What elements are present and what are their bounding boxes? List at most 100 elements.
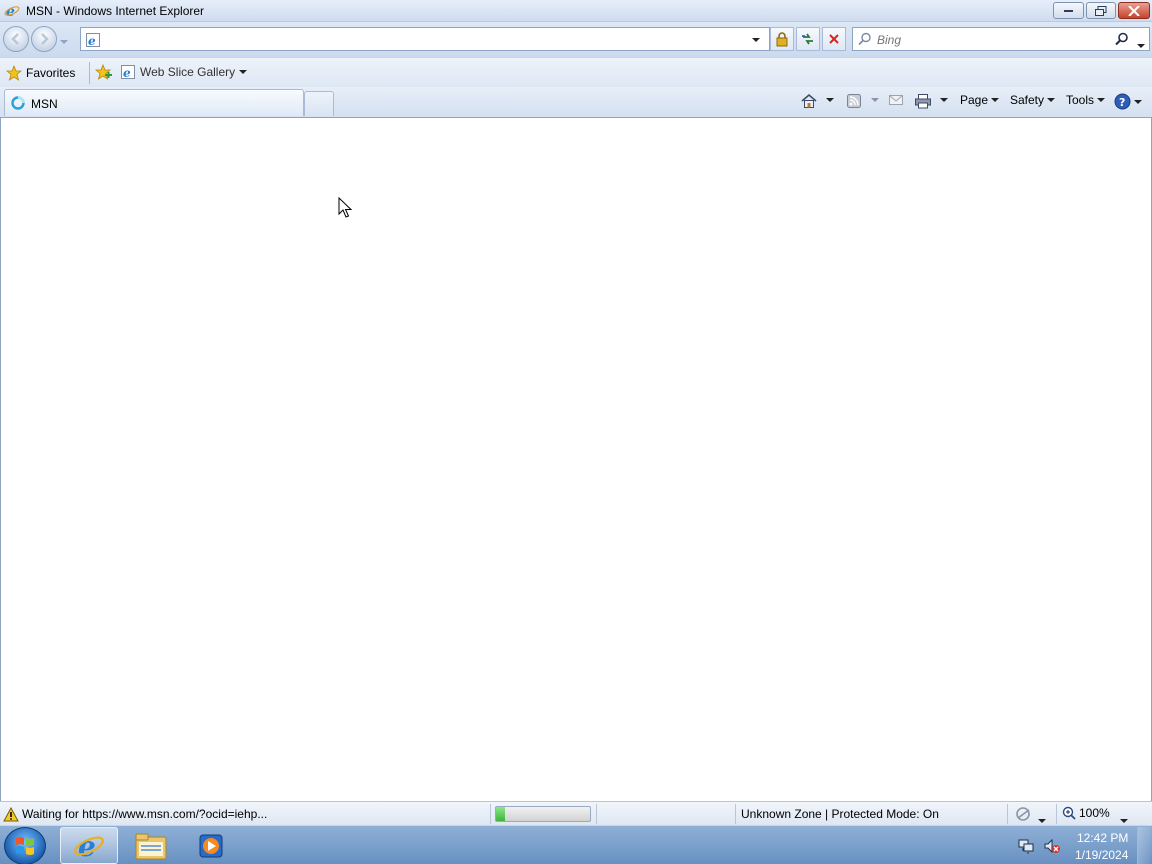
read-mail-button[interactable] <box>888 93 904 107</box>
web-slice-label: Web Slice Gallery <box>140 65 236 79</box>
search-provider-icon <box>858 32 872 49</box>
taskbar: e 12:42 PM 1/19/2024 <box>0 825 1152 864</box>
windows-logo-icon <box>16 837 34 855</box>
lock-icon <box>776 32 788 47</box>
forward-arrow-icon <box>41 33 49 45</box>
favorites-bar: Favorites e Web Slice Gallery <box>0 57 1152 87</box>
back-button[interactable] <box>3 26 29 52</box>
security-lock-button[interactable] <box>770 27 794 51</box>
status-bar: Waiting for https://www.msn.com/?ocid=ie… <box>0 801 1152 825</box>
ie-page-icon: e <box>121 65 135 80</box>
warning-icon <box>3 806 19 825</box>
add-to-favorites-bar-button[interactable] <box>94 63 113 83</box>
recent-pages-dropdown[interactable] <box>60 33 68 47</box>
clock-time[interactable]: 12:42 PM <box>1077 831 1128 845</box>
print-dropdown[interactable] <box>940 98 948 102</box>
refresh-button[interactable] <box>796 27 820 51</box>
start-button[interactable] <box>4 827 46 864</box>
clock-date[interactable]: 1/19/2024 <box>1075 848 1128 862</box>
stop-button[interactable] <box>822 27 846 51</box>
window-title: MSN - Windows Internet Explorer <box>26 4 205 18</box>
taskbar-internet-explorer[interactable]: e <box>60 827 118 864</box>
ie-icon: e <box>4 3 20 20</box>
chevron-down-icon <box>1097 98 1106 102</box>
web-slice-gallery-link[interactable]: e Web Slice Gallery <box>120 64 248 80</box>
show-desktop-button[interactable] <box>1137 827 1151 864</box>
back-arrow-icon <box>11 33 19 45</box>
add-favorite-icon <box>94 63 112 80</box>
zoom-level-text: 100% <box>1079 806 1110 820</box>
page-icon: e <box>85 32 101 48</box>
address-bar[interactable]: e <box>80 27 770 51</box>
status-separator <box>490 804 491 824</box>
network-icon[interactable] <box>1017 838 1035 857</box>
taskbar-windows-explorer[interactable] <box>122 827 180 864</box>
zoom-magnifier-icon <box>1062 806 1076 820</box>
progress-fill <box>496 807 506 821</box>
favorites-separator <box>89 62 90 84</box>
search-options-dropdown[interactable] <box>1137 37 1145 51</box>
home-button[interactable] <box>800 93 818 109</box>
page-load-progress-bar <box>495 806 591 822</box>
chevron-down-icon <box>1047 98 1056 102</box>
volume-muted-icon[interactable] <box>1043 838 1061 857</box>
navigation-bar: e <box>0 22 1152 57</box>
stop-icon <box>829 34 839 44</box>
search-box[interactable] <box>852 27 1150 51</box>
restore-button[interactable] <box>1086 2 1116 19</box>
address-dropdown[interactable] <box>752 31 760 45</box>
home-icon <box>801 93 817 108</box>
printer-icon <box>915 94 931 109</box>
favorites-label: Favorites <box>26 66 76 80</box>
safety-menu-button[interactable]: Safety <box>1010 93 1056 107</box>
security-zone-text[interactable]: Unknown Zone | Protected Mode: On <box>741 807 939 821</box>
search-input[interactable] <box>877 32 1107 48</box>
tools-menu-label: Tools <box>1066 93 1095 107</box>
favorites-star-icon <box>6 65 22 81</box>
address-input[interactable] <box>105 31 735 47</box>
feeds-dropdown[interactable] <box>871 98 879 102</box>
status-separator <box>1007 804 1008 824</box>
tools-menu-button[interactable]: Tools <box>1066 93 1106 107</box>
help-button[interactable]: ? <box>1114 93 1142 110</box>
mail-icon <box>889 95 903 105</box>
status-separator <box>596 804 597 824</box>
status-separator <box>735 804 736 824</box>
folder-icon <box>135 833 167 859</box>
print-button[interactable] <box>914 93 932 109</box>
protected-mode-icon[interactable] <box>1015 806 1033 825</box>
page-menu-label: Page <box>960 93 989 107</box>
chevron-down-icon <box>1134 99 1142 104</box>
svg-text:e: e <box>6 4 15 19</box>
minimize-icon <box>1063 9 1073 12</box>
search-icon[interactable] <box>1115 32 1129 49</box>
zoom-level-button[interactable]: 100% <box>1062 806 1110 820</box>
taskbar-media-player[interactable] <box>182 827 240 864</box>
chevron-down-icon <box>239 70 248 74</box>
favorites-button[interactable]: Favorites <box>6 63 75 83</box>
tab-msn[interactable]: MSN <box>4 89 304 116</box>
page-menu-button[interactable]: Page <box>960 93 1000 107</box>
minimize-button[interactable] <box>1053 2 1084 19</box>
svg-text:e: e <box>123 66 131 80</box>
restore-icon <box>1095 5 1107 16</box>
home-dropdown[interactable] <box>826 98 834 102</box>
media-player-icon <box>199 834 223 857</box>
help-icon: ? <box>1114 93 1131 110</box>
title-bar: e MSN - Windows Internet Explorer <box>0 0 1152 22</box>
close-button[interactable] <box>1118 2 1150 19</box>
rss-feed-icon <box>847 94 861 108</box>
status-text: Waiting for https://www.msn.com/?ocid=ie… <box>22 807 268 821</box>
status-separator <box>1056 804 1057 824</box>
mouse-cursor-icon <box>338 196 353 222</box>
forward-button[interactable] <box>31 26 57 52</box>
feeds-button[interactable] <box>846 93 862 109</box>
loading-spinner-icon <box>11 96 25 113</box>
protected-mode-dropdown[interactable] <box>1038 812 1046 826</box>
page-content[interactable] <box>0 118 1152 801</box>
ie-icon: e <box>74 830 104 862</box>
new-tab-button[interactable] <box>304 91 334 116</box>
safety-menu-label: Safety <box>1010 93 1045 107</box>
svg-text:?: ? <box>1119 96 1125 109</box>
zoom-dropdown[interactable] <box>1120 812 1128 826</box>
